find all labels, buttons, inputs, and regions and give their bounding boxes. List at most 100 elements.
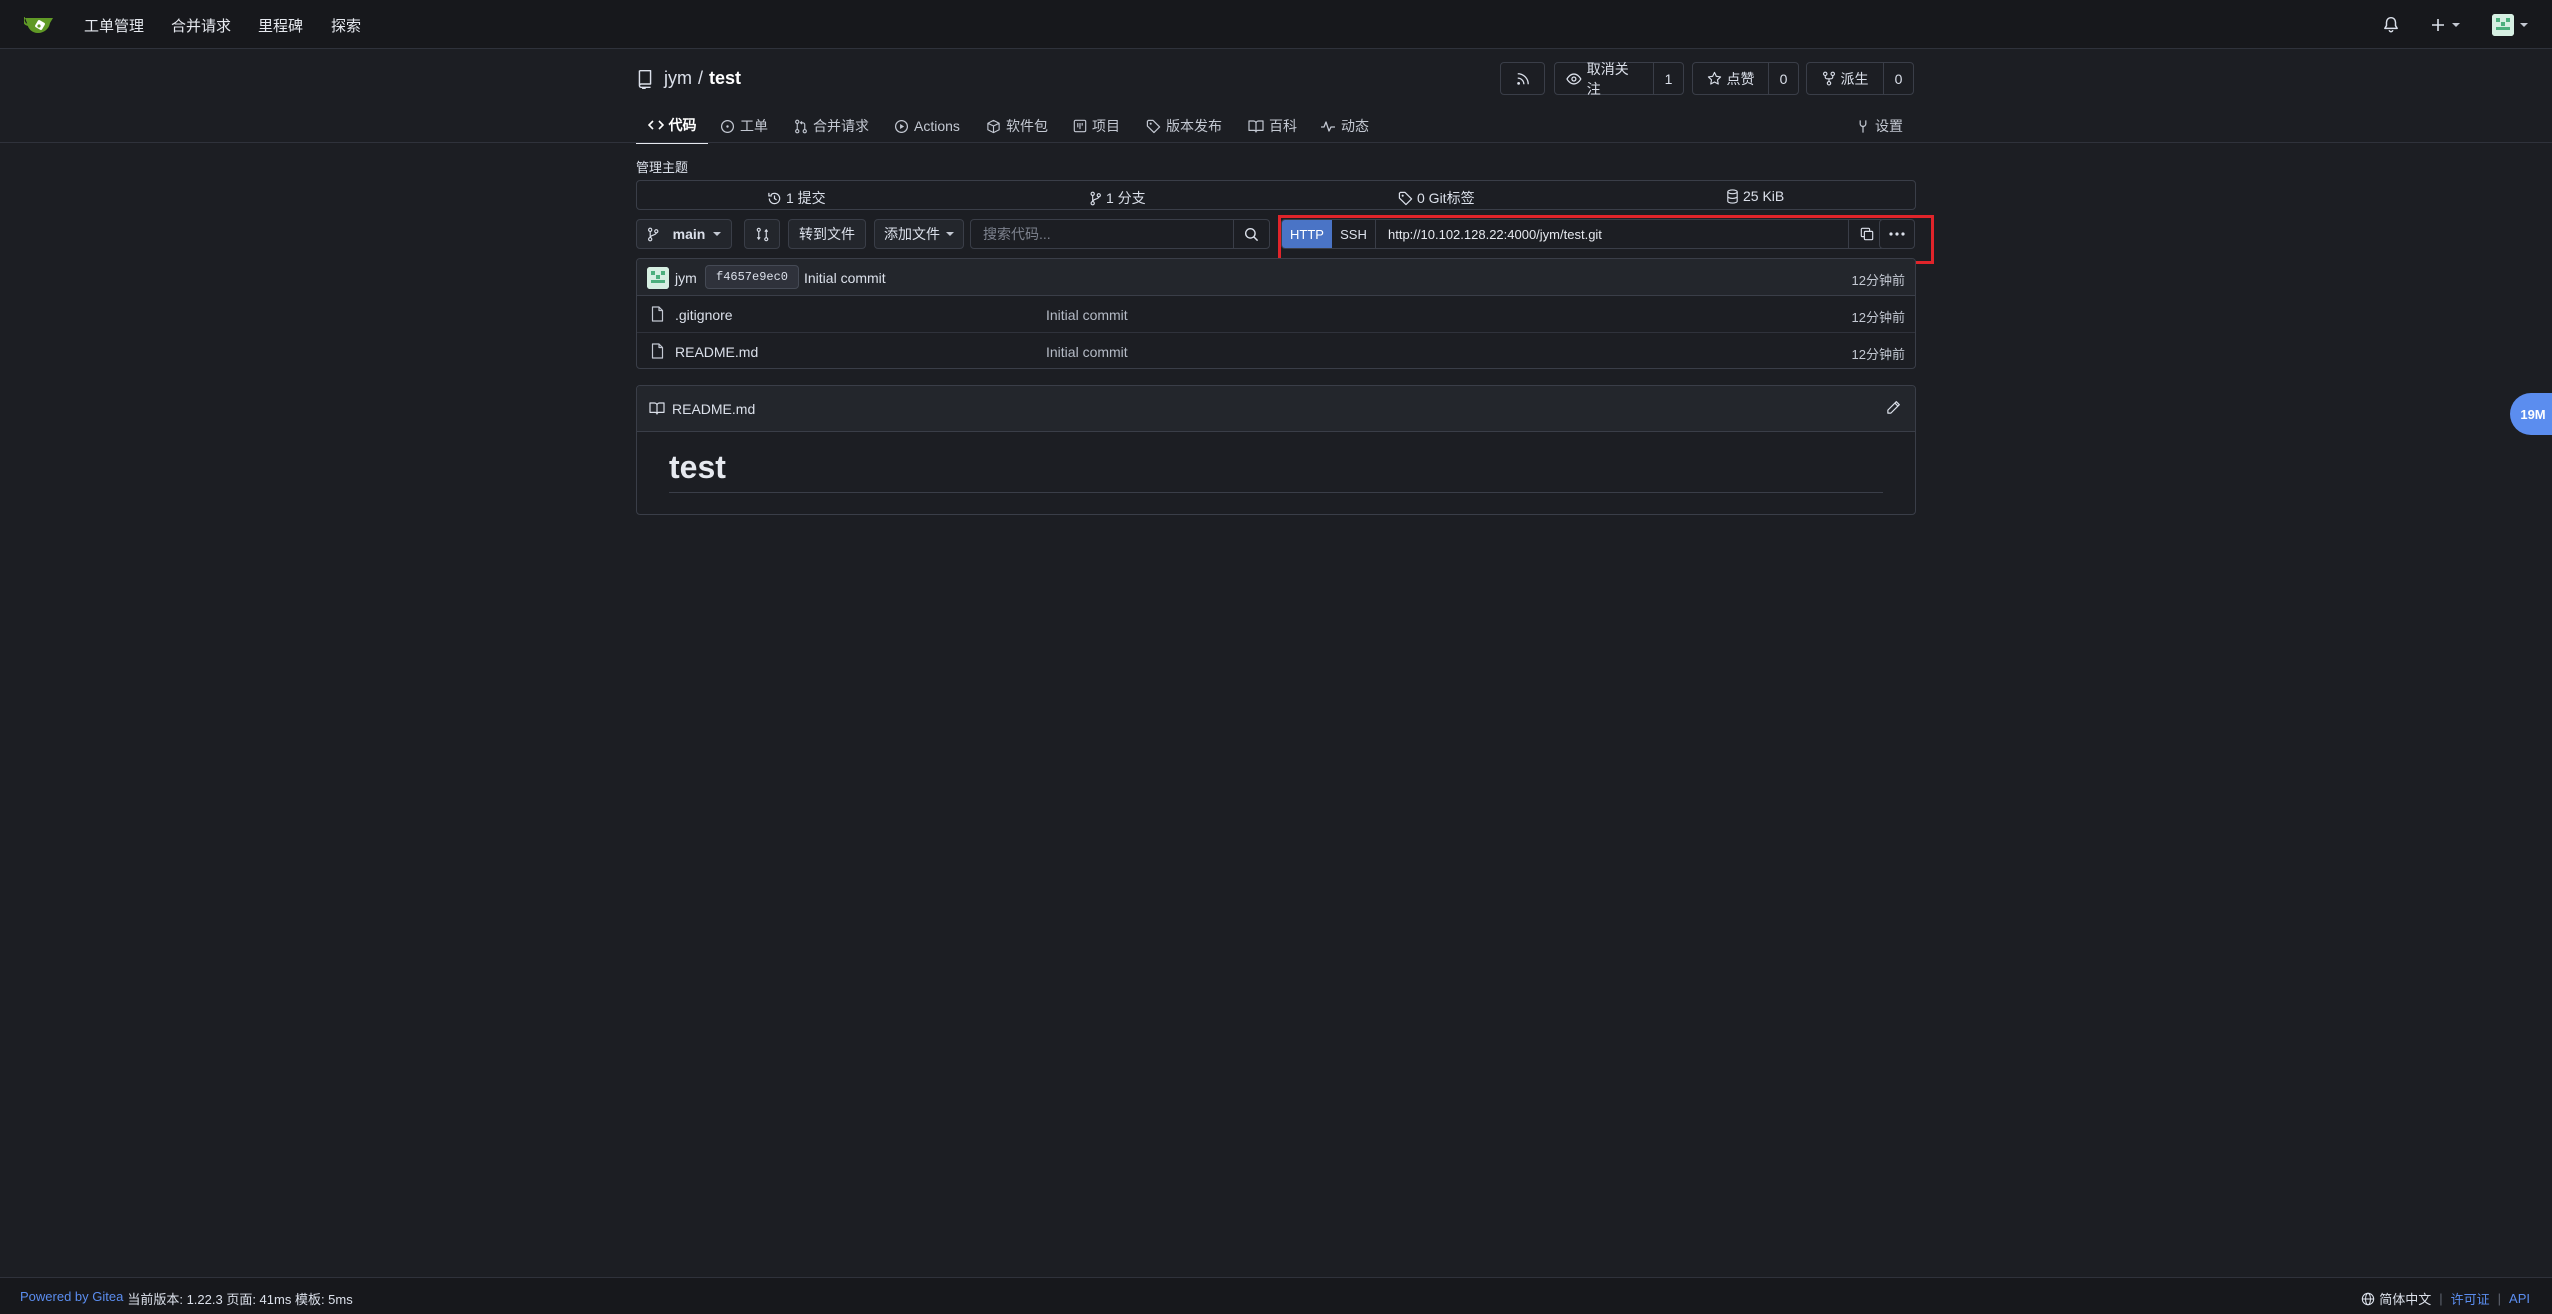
branch-icon <box>1090 191 1101 205</box>
commit-author-link[interactable]: jym <box>675 270 697 286</box>
compare-button[interactable] <box>744 219 780 249</box>
tab-wiki[interactable]: 百科 <box>1248 108 1297 144</box>
tabs-divider <box>0 142 2552 143</box>
tool-icon <box>1859 119 1867 133</box>
project-icon <box>1073 119 1087 133</box>
nav-milestones[interactable]: 里程碑 <box>258 15 303 36</box>
file-name-link[interactable]: .gitignore <box>675 307 733 323</box>
repo-name-link[interactable]: test <box>709 68 741 89</box>
tab-activity[interactable]: 动态 <box>1320 108 1369 144</box>
play-icon <box>894 119 909 133</box>
search-icon <box>1244 227 1259 241</box>
branch-name: main <box>672 226 706 242</box>
database-icon <box>1727 188 1738 204</box>
watch-button-group: 取消关注 1 <box>1554 61 1684 97</box>
powered-by-gitea-link[interactable]: Powered by Gitea <box>20 1289 123 1308</box>
star-label: 点赞 <box>1726 70 1755 87</box>
latest-commit-row: jym f4657e9ec0 Initial commit 12分钟前 <box>637 259 1915 296</box>
chevron-down-icon <box>713 232 722 236</box>
package-icon <box>987 119 1000 133</box>
floating-memory-badge[interactable]: 19M <box>2510 393 2552 435</box>
repo-tabs: 代码 工单 合并请求 Actions 软件包 项目 版本发布 百科 动态 设置 <box>636 108 1916 144</box>
compare-icon <box>756 227 768 241</box>
license-link[interactable]: 许可证 <box>2451 1289 2490 1308</box>
file-row[interactable]: README.md Initial commit 12分钟前 <box>637 333 1915 368</box>
fork-icon <box>1822 71 1835 86</box>
notifications-bell-icon[interactable] <box>2382 14 2400 36</box>
chevron-down-icon <box>2452 23 2460 27</box>
edit-readme-button[interactable] <box>1886 400 1901 415</box>
unwatch-label: 取消关注 <box>1586 60 1629 97</box>
code-search-input[interactable] <box>971 220 1233 248</box>
goto-file-button[interactable]: 转到文件 <box>788 219 866 249</box>
avatar[interactable] <box>647 267 669 289</box>
search-button[interactable] <box>1233 220 1269 248</box>
eye-icon <box>1566 72 1582 85</box>
gitea-logo-icon[interactable] <box>24 13 54 35</box>
nav-issues[interactable]: 工单管理 <box>84 15 144 36</box>
tab-packages[interactable]: 软件包 <box>986 108 1048 144</box>
commit-message-link[interactable]: Initial commit <box>804 270 886 286</box>
commit-sha-link[interactable]: f4657e9ec0 <box>705 265 800 289</box>
nav-explore[interactable]: 探索 <box>331 15 361 36</box>
commit-time: 12分钟前 <box>1851 273 1905 288</box>
tab-projects[interactable]: 项目 <box>1073 108 1120 144</box>
tags-stat[interactable]: 0 Git标签 <box>1398 188 1475 208</box>
file-commit-message[interactable]: Initial commit <box>1046 344 1128 360</box>
file-icon <box>651 306 664 322</box>
footer-divider: | <box>2439 1291 2443 1306</box>
fork-button-group: 派生 0 <box>1806 62 1914 95</box>
chevron-down-icon <box>946 232 954 236</box>
history-icon <box>768 192 781 204</box>
add-file-dropdown[interactable]: 添加文件 <box>874 219 964 249</box>
file-commit-time: 12分钟前 <box>1851 347 1905 362</box>
tab-issues[interactable]: 工单 <box>720 108 768 144</box>
watchers-count[interactable]: 1 <box>1653 63 1683 94</box>
pull-request-icon <box>795 119 807 133</box>
user-menu[interactable] <box>2492 14 2528 36</box>
tab-pull-requests[interactable]: 合并请求 <box>794 108 869 144</box>
footer-divider: | <box>2497 1291 2502 1306</box>
chevron-down-icon <box>2520 23 2528 27</box>
tab-releases[interactable]: 版本发布 <box>1146 108 1222 144</box>
add-file-label: 添加文件 <box>884 226 940 242</box>
rss-button[interactable] <box>1500 62 1545 95</box>
repo-stats-bar: 1 提交 1 分支 0 Git标签 25 KiB <box>636 180 1916 210</box>
file-commit-time: 12分钟前 <box>1851 310 1905 325</box>
branches-stat[interactable]: 1 分支 <box>1089 188 1146 208</box>
repo-title: jym / test <box>636 68 741 89</box>
unwatch-button[interactable]: 取消关注 <box>1555 61 1653 97</box>
branch-selector[interactable]: main <box>636 219 732 249</box>
tag-icon <box>1146 119 1161 133</box>
size-stat: 25 KiB <box>1726 188 1784 204</box>
language-selector[interactable]: 简体中文 <box>2361 1289 2431 1308</box>
readme-filename-link[interactable]: README.md <box>672 401 755 417</box>
book-icon <box>649 402 665 415</box>
file-commit-message[interactable]: Initial commit <box>1046 307 1128 323</box>
api-link[interactable]: API <box>2509 1291 2530 1306</box>
tab-actions[interactable]: Actions <box>894 108 960 144</box>
readme-header: README.md <box>637 386 1915 432</box>
tab-settings[interactable]: 设置 <box>1856 108 1903 144</box>
repo-icon <box>638 69 652 89</box>
code-search <box>970 219 1270 249</box>
file-list: jym f4657e9ec0 Initial commit 12分钟前 .git… <box>636 258 1916 369</box>
code-icon <box>647 120 664 130</box>
issue-icon <box>720 119 735 133</box>
commits-stat[interactable]: 1 提交 <box>767 188 826 208</box>
create-new-menu[interactable] <box>2430 14 2460 36</box>
repo-owner-link[interactable]: jym <box>664 68 692 89</box>
globe-icon <box>2362 1292 2375 1305</box>
file-name-link[interactable]: README.md <box>675 344 758 360</box>
file-row[interactable]: .gitignore Initial commit 12分钟前 <box>637 296 1915 333</box>
version-info: 当前版本: 1.22.3 页面: 41ms 模板: 5ms <box>127 1292 353 1307</box>
top-navbar: 工单管理 合并请求 里程碑 探索 <box>0 0 2552 49</box>
forks-count[interactable]: 0 <box>1883 63 1913 94</box>
star-button[interactable]: 点赞 <box>1693 63 1768 94</box>
manage-topics-link[interactable]: 管理主题 <box>636 157 688 176</box>
fork-button[interactable]: 派生 <box>1807 63 1883 94</box>
nav-pull-requests[interactable]: 合并请求 <box>171 15 231 36</box>
tab-code[interactable]: 代码 <box>636 108 708 144</box>
stars-count[interactable]: 0 <box>1768 63 1798 94</box>
fork-label: 派生 <box>1840 70 1869 87</box>
